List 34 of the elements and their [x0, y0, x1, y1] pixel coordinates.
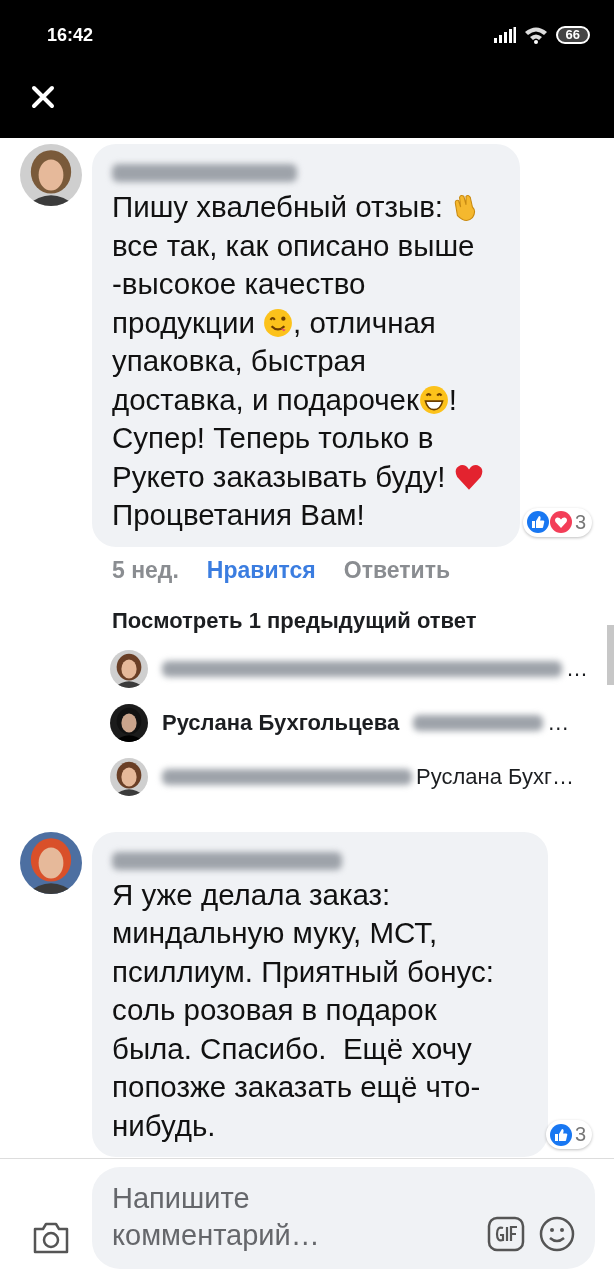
comment-text: Я уже делала заказ: миндальную муку, МСТ, псиллиум. Приятный бонус: соль розовая в подарок была. Спасибо. Ещё хочу попозже заказать ещё что-нибудь. [112, 876, 495, 1144]
close-icon [31, 85, 55, 109]
comment-time: 5 нед. [112, 556, 179, 584]
scrollbar[interactable] [607, 625, 614, 685]
like-button[interactable]: Нравится [206, 556, 316, 584]
clock: 16:42 [47, 24, 94, 46]
like-reaction-icon [549, 1123, 572, 1146]
avatar [110, 649, 148, 688]
reply-preview: … [547, 709, 570, 736]
comment-field[interactable]: Напишите комментарий… [92, 1167, 595, 1269]
love-reaction-icon [549, 511, 572, 533]
reply-author[interactable]: Руслана Бухгольцева [162, 709, 400, 736]
avatar [110, 703, 148, 742]
wifi-icon [523, 26, 548, 44]
reply-preview: Руслана Бухг… [416, 763, 574, 790]
winking-face-icon [263, 307, 294, 338]
battery-indicator: 66 [555, 26, 590, 44]
reaction-count: 3 [574, 510, 586, 534]
comment-text: Пишу хвалебный отзыв: все так, как описано выше -высокое качество продукции , отличная упаковка, быстрая доставка, и подарочек ! Супер! Теперь только в Рукето заказывать буду! Процветания Вам! [112, 188, 484, 535]
reaction-badge[interactable]: 3 [522, 507, 592, 537]
gif-icon [487, 1216, 525, 1252]
camera-icon [32, 1221, 70, 1255]
grinning-face-icon [418, 384, 449, 415]
like-reaction-icon [526, 511, 549, 533]
view-replies-link[interactable]: Посмотреть 1 предыдущий ответ [112, 607, 580, 634]
avatar [110, 757, 148, 796]
reaction-count: 3 [574, 1123, 586, 1146]
reply-button[interactable]: Ответить [343, 556, 451, 584]
smiley-icon [539, 1216, 575, 1252]
comment-input-field[interactable]: Напишите комментарий… [112, 1180, 432, 1256]
reaction-badge[interactable]: 3 [545, 1120, 592, 1149]
reply-preview: … [566, 655, 588, 682]
signal-icon [493, 27, 516, 43]
close-button[interactable] [30, 84, 56, 110]
